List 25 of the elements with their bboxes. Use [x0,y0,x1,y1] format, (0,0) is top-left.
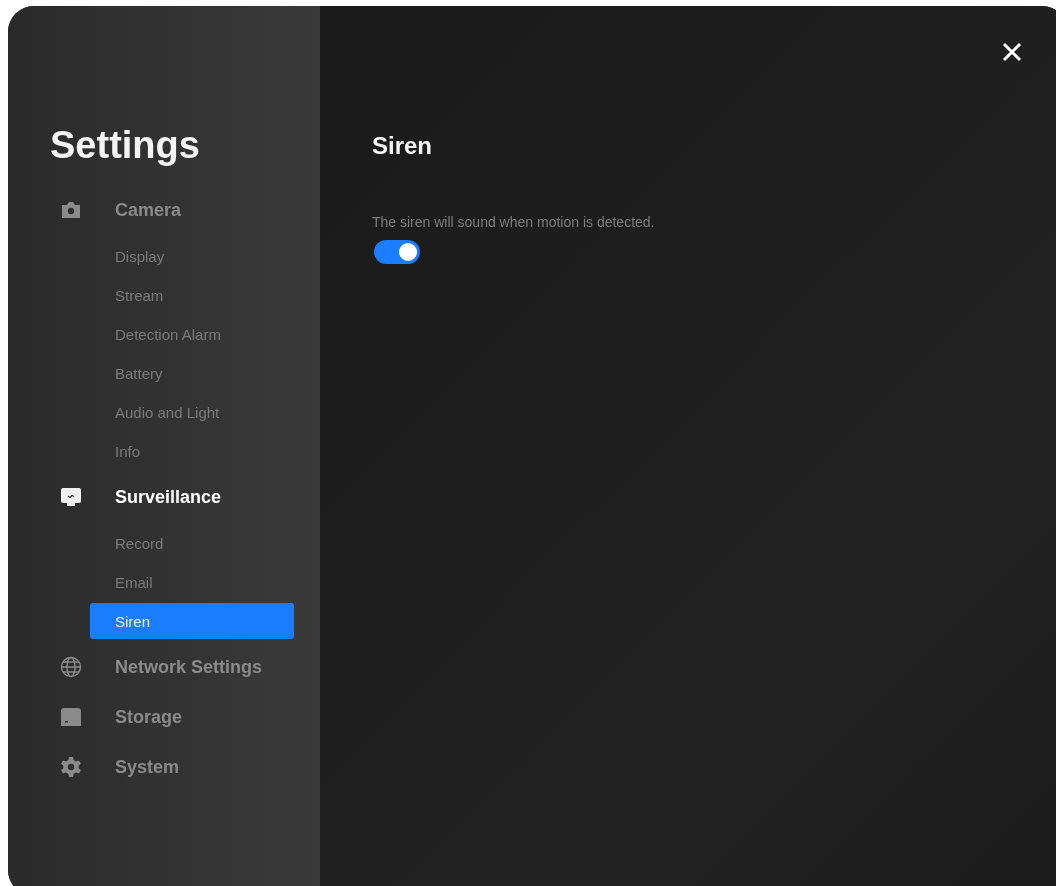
nav-group-item[interactable]: System [115,756,180,778]
nav-group-item[interactable]: Camera [115,199,182,221]
settings-title: Settings [50,124,201,167]
camera-icon [60,201,82,219]
storage-icon [60,707,82,727]
nav-group-item[interactable]: Network Settings [115,656,263,678]
description-text: The siren will sound when motion is detected. [372,214,656,230]
toggle-switch[interactable] [374,240,420,264]
globe-icon [60,656,82,678]
nav-subitem[interactable]: Record [90,525,294,561]
page-title: Siren [372,132,434,160]
nav-subitem[interactable]: Siren [90,603,294,639]
nav-group-item[interactable]: Surveillance [115,486,222,508]
close-button[interactable] [1002,42,1022,62]
monitor-icon [60,487,82,507]
nav-subitem[interactable]: Battery [90,355,294,391]
nav-subitem[interactable]: Audio and Light [90,394,294,430]
nav-group-item[interactable]: Storage [115,706,183,728]
nav-subitem[interactable]: Detection Alarm [90,316,294,352]
nav-subitem[interactable]: Email [90,564,294,600]
nav-subitem[interactable]: Stream [90,277,294,313]
close-icon [1002,42,1022,62]
nav-subitem[interactable]: Display [90,238,294,274]
nav-subitem[interactable]: Info [90,433,294,469]
gear-icon [60,756,82,778]
